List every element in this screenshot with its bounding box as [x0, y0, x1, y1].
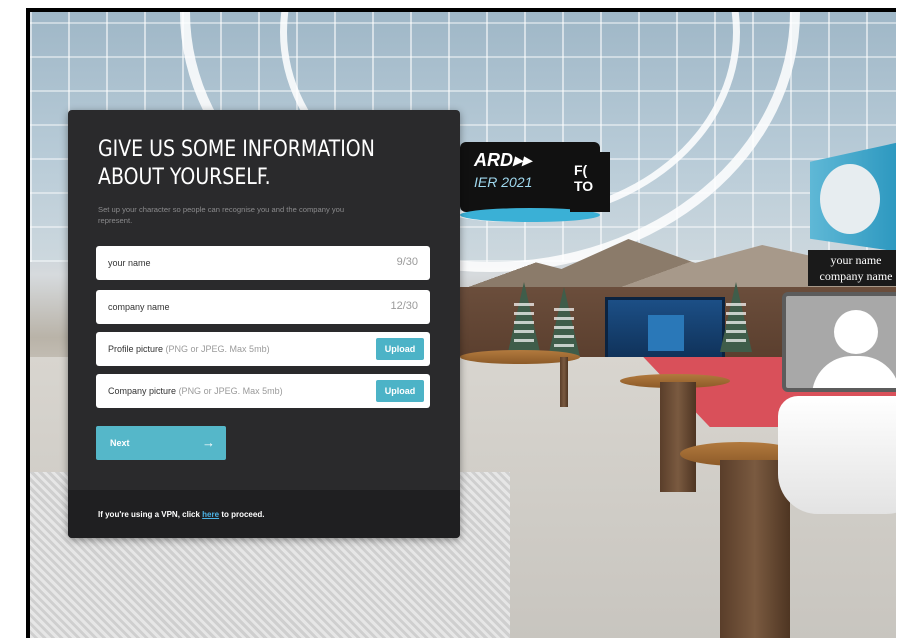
avatar-name-tag: your name company name [808, 250, 896, 286]
christmas-tree [508, 282, 540, 352]
dialog-title: GIVE US SOME INFORMATION ABOUT YOURSELF. [98, 137, 375, 190]
name-char-counter: 9/30 [396, 256, 418, 268]
vpn-footer-suffix: to proceed. [221, 510, 265, 519]
next-button-label: Next [110, 438, 130, 448]
company-picture-field: Company picture (PNG or JPEG. Max 5mb) U… [96, 374, 430, 408]
profile-setup-dialog: GIVE US SOME INFORMATION ABOUT YOURSELF.… [68, 110, 460, 538]
company-input[interactable]: company name 12/30 [96, 290, 430, 324]
company-char-counter: 12/30 [390, 300, 418, 312]
company-input-value: company name [108, 302, 170, 312]
company-picture-label: Company picture [108, 386, 177, 396]
hanging-sign-2: F( TO [570, 152, 610, 212]
profile-picture-field: Profile picture (PNG or JPEG. Max 5mb) U… [96, 332, 430, 366]
dialog-subtitle: Set up your character so people can reco… [98, 205, 345, 225]
profile-picture-upload-button[interactable]: Upload [376, 338, 424, 360]
sign-text: ARD▸▸ [474, 150, 532, 170]
company-picture-hint: (PNG or JPEG. Max 5mb) [178, 386, 283, 396]
next-button[interactable]: Next → [96, 426, 226, 460]
vpn-here-link[interactable]: here [202, 510, 219, 519]
avatar-head-screen [782, 292, 896, 392]
company-picture-upload-button[interactable]: Upload [376, 380, 424, 402]
name-input-value: your name [108, 258, 151, 268]
profile-picture-hint: (PNG or JPEG. Max 5mb) [165, 344, 270, 354]
avatar-name: your name [830, 253, 882, 267]
name-input[interactable]: your name 9/30 [96, 246, 430, 280]
avatar-body [778, 396, 896, 514]
user-silhouette-icon [834, 310, 878, 354]
stump-trunk [660, 382, 696, 492]
vpn-footer-text: If you're using a VPN, click [98, 510, 200, 519]
avatar-company: company name [819, 269, 893, 283]
profile-picture-label: Profile picture [108, 344, 164, 354]
christmas-tree [720, 282, 752, 352]
arrow-right-icon: → [202, 435, 215, 450]
table-leg [560, 357, 568, 407]
christmas-tree [548, 287, 580, 357]
vpn-footer: If you're using a VPN, click here to pro… [68, 490, 460, 538]
sign-text: IER 2021 [474, 174, 533, 190]
